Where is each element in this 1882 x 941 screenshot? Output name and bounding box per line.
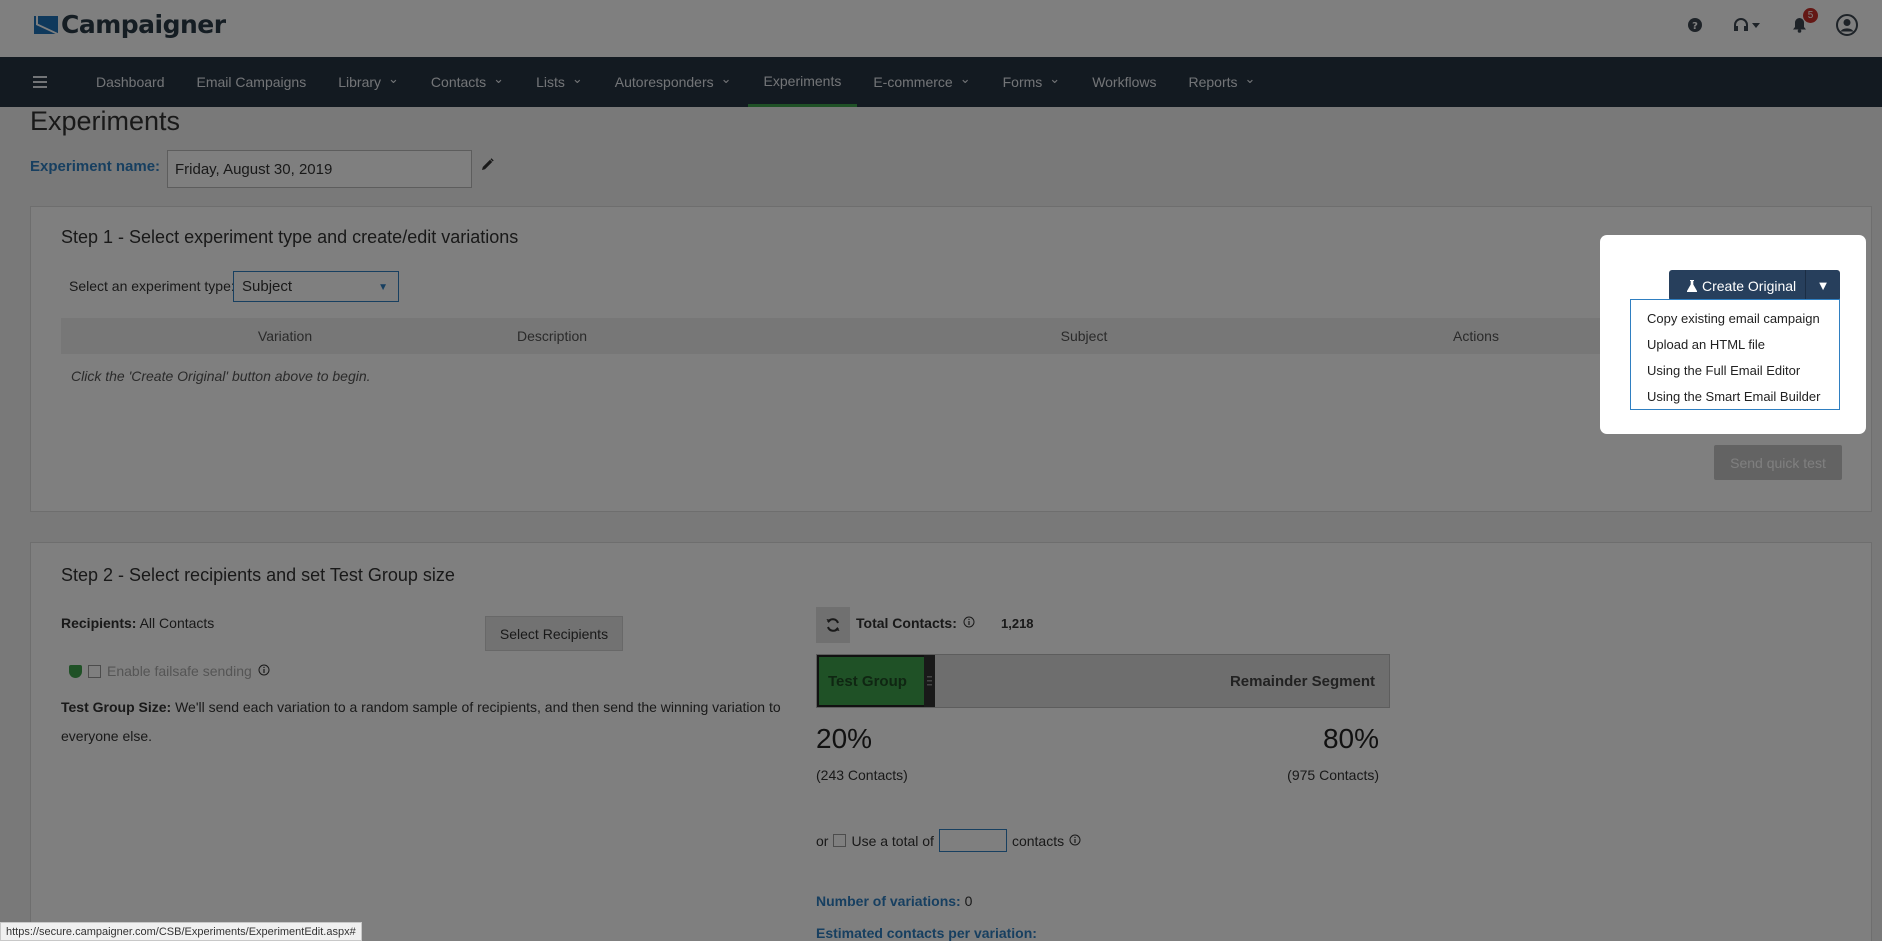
create-original-dropdown-toggle[interactable]: ▼ (1805, 270, 1840, 301)
create-original-popup: Create Original ▼ Copy existing email ca… (1600, 235, 1866, 434)
modal-backdrop[interactable] (0, 0, 1882, 941)
menu-item-upload-an-html-file[interactable]: Upload an HTML file (1631, 331, 1839, 357)
browser-status-url: https://secure.campaigner.com/CSB/Experi… (0, 922, 362, 941)
menu-item-using-the-full-email-editor[interactable]: Using the Full Email Editor (1631, 357, 1839, 383)
flask-icon (1687, 279, 1697, 292)
create-original-button[interactable]: Create Original (1669, 278, 1805, 294)
create-original-split-button: Create Original ▼ (1669, 270, 1840, 301)
create-original-label: Create Original (1702, 277, 1797, 294)
create-original-menu: Copy existing email campaign Upload an HT… (1630, 299, 1840, 410)
menu-item-copy-existing-email-campaign[interactable]: Copy existing email campaign (1631, 305, 1839, 331)
menu-item-using-the-smart-email-builder[interactable]: Using the Smart Email Builder (1631, 383, 1839, 409)
